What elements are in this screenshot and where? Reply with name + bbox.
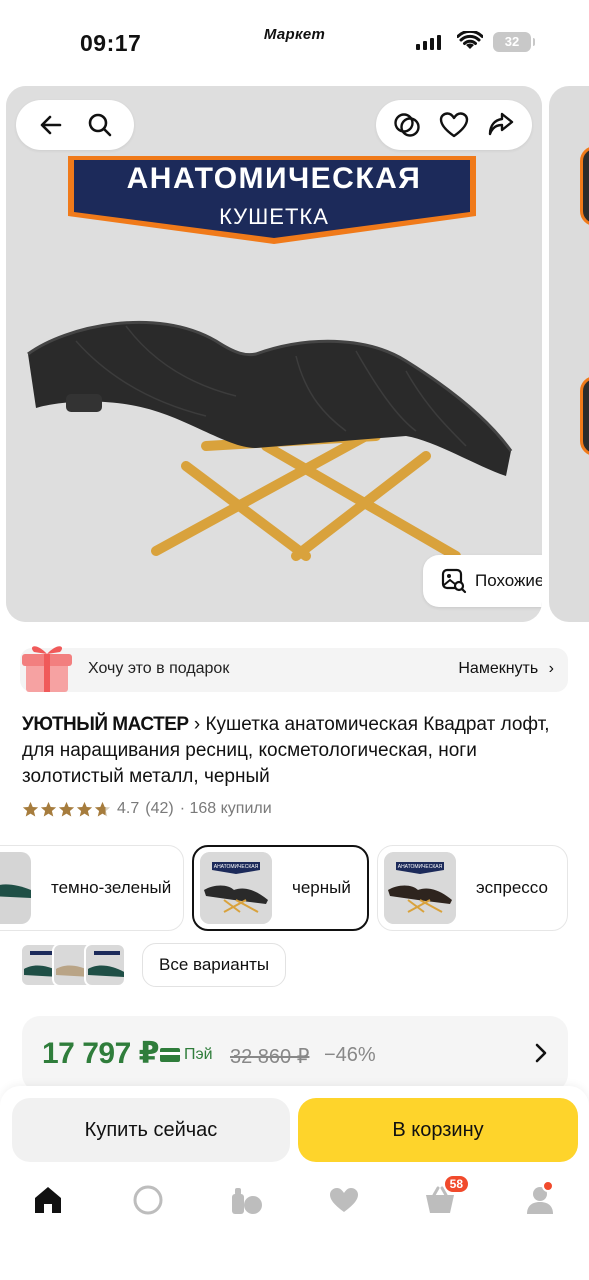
star-half-icon — [94, 801, 111, 817]
cellular-signal-icon — [416, 35, 441, 50]
variant-label: черный — [292, 878, 351, 897]
banner-subtitle: КУШЕТКА — [219, 204, 329, 229]
gift-icon — [22, 646, 72, 692]
tab-profile[interactable] — [520, 1180, 560, 1220]
similar-button[interactable]: Похожие — [423, 555, 542, 607]
all-variants-row: Все варианты — [20, 943, 287, 987]
wifi-icon — [457, 31, 483, 49]
back-arrow-icon[interactable] — [33, 107, 69, 143]
tab-cart[interactable]: 58 — [420, 1174, 470, 1220]
status-bar: 09:17 Маркет 32 — [0, 0, 589, 86]
catalog-icon — [232, 1188, 262, 1214]
bottom-tab-bar: 58 — [0, 1174, 589, 1224]
variant-thumb — [0, 852, 31, 924]
star-icon — [76, 801, 93, 817]
hint-link[interactable]: Намекнуть › — [458, 660, 554, 678]
tab-assistant[interactable] — [128, 1180, 168, 1220]
gallery-left-controls — [16, 100, 134, 150]
product-title-block: УЮТНЫЙ МАСТЕР › Кушетка анатомическая Кв… — [22, 712, 572, 790]
gallery-next-image[interactable] — [549, 86, 589, 622]
variant-thumb: АНАТОМИЧЕСКАЯ — [200, 852, 272, 924]
cart-badge: 58 — [442, 1174, 470, 1194]
promo-banner: АНАТОМИЧЕСКАЯ КУШЕТКА — [70, 152, 478, 244]
card-icon — [160, 1048, 180, 1062]
chevron-right-icon: › — [548, 660, 554, 677]
variant-dark-green[interactable]: темно-зеленый — [0, 845, 184, 931]
heart-icon[interactable] — [436, 107, 472, 143]
notification-dot — [542, 1180, 554, 1192]
variant-label: эспрессо — [476, 878, 548, 897]
bought-count: · 168 купили — [179, 800, 272, 817]
star-icon — [40, 801, 57, 817]
similar-label: Похожие — [475, 571, 542, 590]
rating-stars — [22, 801, 111, 818]
rating-row[interactable]: 4.7 (42) · 168 купили — [22, 800, 272, 818]
pay-badge: Пэй — [160, 1046, 213, 1064]
brand-link[interactable]: УЮТНЫЙ МАСТЕР — [22, 714, 189, 735]
heart-icon — [330, 1188, 358, 1212]
current-price: 17 797 ₽ — [42, 1037, 159, 1070]
brand-chevron-icon: › — [193, 714, 206, 735]
battery-indicator: 32 — [493, 32, 535, 52]
old-price: 32 860 ₽ — [230, 1046, 310, 1068]
variant-thumb: АНАТОМИЧЕСКАЯ — [384, 852, 456, 924]
tab-catalog[interactable] — [226, 1180, 266, 1220]
all-variants-button[interactable]: Все варианты — [142, 943, 287, 987]
compare-icon[interactable] — [389, 107, 425, 143]
variant-espresso[interactable]: АНАТОМИЧЕСКАЯ эспрессо — [377, 845, 568, 931]
variant-black[interactable]: АНАТОМИЧЕСКАЯ черный — [192, 845, 369, 931]
tab-favorites[interactable] — [324, 1180, 364, 1220]
share-icon[interactable] — [483, 107, 519, 143]
add-to-cart-button[interactable]: В корзину — [298, 1098, 578, 1162]
star-icon — [58, 801, 75, 817]
tab-home[interactable] — [28, 1180, 68, 1220]
variant-label: темно-зеленый — [51, 878, 172, 897]
assistant-icon — [133, 1185, 163, 1215]
review-count: (42) — [145, 800, 174, 817]
color-variants: темно-зеленый АНАТОМИЧЕСКАЯ черный АНАТО… — [0, 845, 589, 931]
discount: −46% — [324, 1044, 376, 1066]
home-icon — [35, 1187, 61, 1213]
image-search-icon — [441, 568, 467, 594]
search-icon[interactable] — [82, 107, 118, 143]
banner-title: АНАТОМИЧЕСКАЯ — [126, 162, 422, 195]
thumb-label: АНАТОМИЧЕСКАЯ — [214, 864, 259, 870]
buy-now-button[interactable]: Купить сейчас — [12, 1098, 290, 1162]
next-image-decor — [580, 146, 589, 226]
star-icon — [22, 801, 39, 817]
thumb-label: АНАТОМИЧЕСКАЯ — [398, 864, 443, 870]
gift-hint-bar[interactable]: Хочу это в подарок Намекнуть › — [20, 646, 568, 692]
rating-value: 4.7 — [117, 800, 140, 817]
chevron-right-icon — [535, 1043, 547, 1063]
price-block[interactable]: 17 797 ₽ Пэй 32 860 ₽ −46% — [22, 1016, 568, 1092]
next-image-decor — [580, 376, 589, 456]
hint-label: Намекнуть — [458, 660, 539, 677]
product-gallery[interactable]: АНАТОМИЧЕСКАЯ КУШЕТКА Похожие — [6, 86, 542, 622]
gallery-right-controls — [376, 100, 532, 150]
gift-text: Хочу это в подарок — [88, 660, 230, 677]
variant-mini-thumb — [84, 943, 126, 987]
pay-label: Пэй — [184, 1046, 213, 1063]
